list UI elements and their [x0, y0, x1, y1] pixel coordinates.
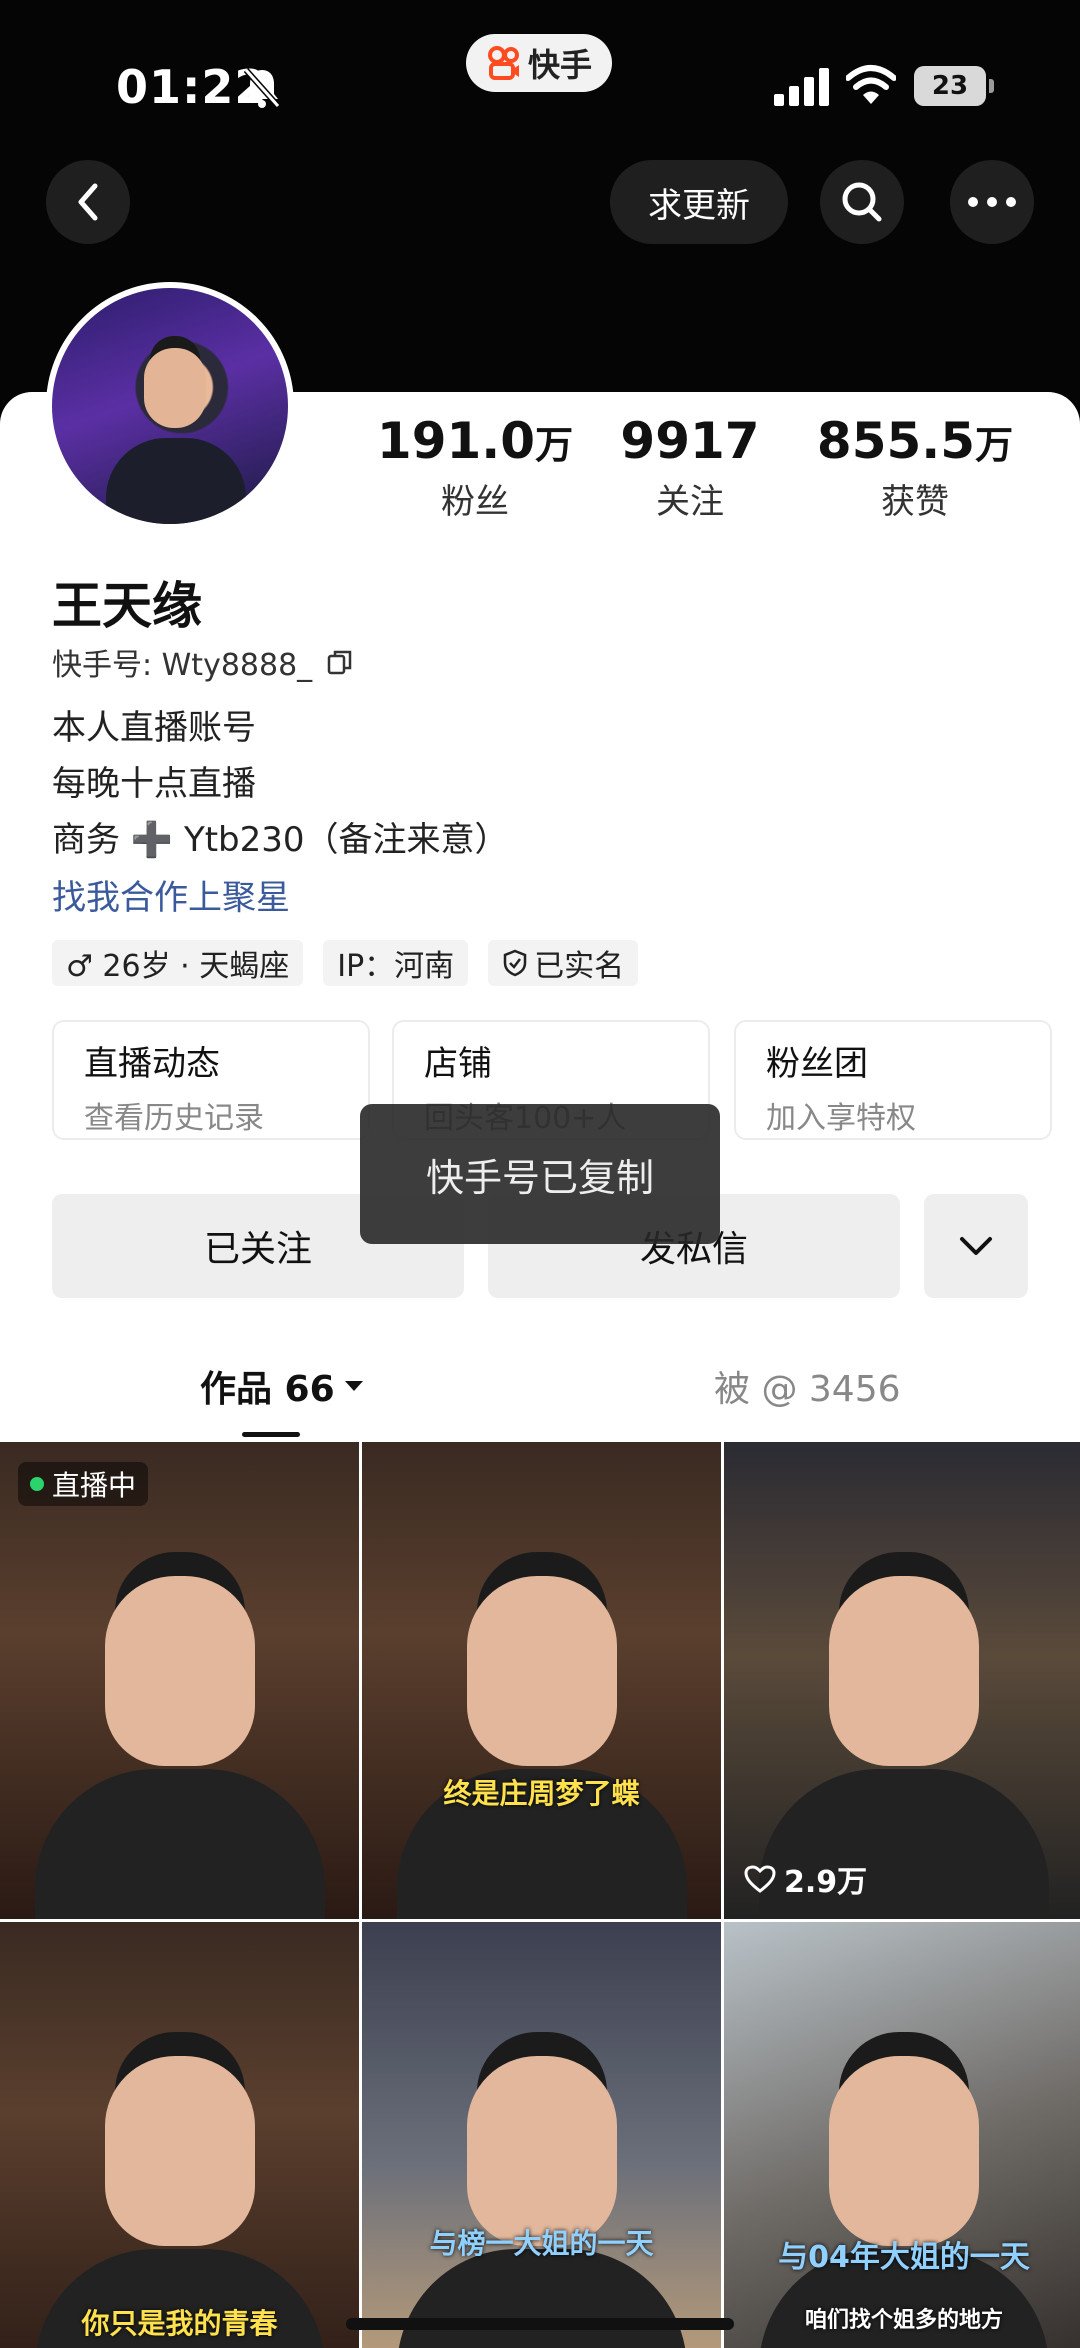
- followers-label: 粉丝: [441, 482, 509, 522]
- tab-active-indicator: [242, 1432, 300, 1437]
- verified-tag: 已实名: [488, 940, 639, 986]
- video-thumb-2[interactable]: 终是庄周梦了蝶: [362, 1442, 721, 1919]
- home-indicator[interactable]: [346, 2318, 734, 2330]
- video-thumb-5[interactable]: 与榜一大姐的一天: [362, 1922, 721, 2348]
- shop-title: 店铺: [424, 1044, 492, 1084]
- bio-line-1: 本人直播账号: [52, 708, 256, 748]
- likes-stat[interactable]: 855.5万 获赞: [790, 412, 1040, 523]
- app-pill-label: 快手: [527, 46, 592, 84]
- fan-club-card[interactable]: 粉丝团 加入享特权: [734, 1020, 1052, 1140]
- tab-works-label: 作品 66: [200, 1369, 335, 1410]
- thumb-person: [104, 2055, 255, 2246]
- kuaishou-app-pill[interactable]: 快手: [466, 34, 612, 92]
- kuaishou-id: 快手号: Wty8888_: [52, 648, 313, 683]
- copy-icon[interactable]: [326, 648, 354, 676]
- kuaishou-logo-icon: [487, 46, 519, 80]
- ip-tag: IP：河南: [323, 940, 469, 986]
- more-dots-icon: [968, 197, 1016, 207]
- likes-overlay: 2.9万: [744, 1857, 867, 1901]
- likes-label: 获赞: [881, 482, 949, 522]
- caret-down-icon: [344, 1381, 363, 1391]
- cellular-signal-icon: [774, 68, 829, 106]
- status-bar: 01:22 快手 23: [0, 0, 1080, 180]
- heart-outline-icon: [744, 1865, 776, 1893]
- search-button[interactable]: [820, 160, 904, 244]
- bio-line-3: 商务 ➕ Ytb230（备注来意）: [52, 820, 509, 860]
- thumb-body: [396, 2249, 687, 2348]
- tab-works[interactable]: 作品 66: [200, 1360, 365, 1412]
- thumb-person: [466, 2055, 617, 2246]
- video-thumb-6[interactable]: 与04年大姐的一天 咱们找个姐多的地方: [724, 1922, 1080, 2348]
- avatar[interactable]: [46, 282, 294, 530]
- live-badge-label: 直播中: [52, 1469, 137, 1502]
- fan-club-title: 粉丝团: [766, 1044, 868, 1084]
- video-caption: 与04年大姐的一天: [778, 2240, 1030, 2275]
- video-thumb-4[interactable]: 你只是我的青春: [0, 1922, 359, 2348]
- age-tag: ♂ 26岁 · 天蝎座: [52, 940, 304, 986]
- video-grid: 直播中 终是庄周梦了蝶 2.9万 你只是我的青春 与榜一大姐的一天 与04年大姐…: [0, 1442, 1080, 2348]
- video-caption: 与榜一大姐的一天: [429, 2227, 654, 2260]
- bell-muted-icon: [243, 68, 281, 108]
- profile-name: 王天缘: [52, 577, 202, 635]
- bio-line-2: 每晚十点直播: [52, 764, 256, 804]
- likes-count: 855.5: [816, 412, 976, 470]
- more-options-button[interactable]: [950, 160, 1034, 244]
- thumb-person: [829, 1575, 979, 1766]
- thumb-person: [829, 2055, 979, 2246]
- battery-indicator: 23: [914, 66, 994, 106]
- fan-club-sub: 加入享特权: [766, 1101, 916, 1136]
- following-label: 关注: [656, 482, 724, 522]
- live-dot-icon: [30, 1477, 44, 1491]
- likes-unit: 万: [975, 423, 1014, 467]
- video-thumb-3[interactable]: 2.9万: [724, 1442, 1080, 1919]
- live-history-title: 直播动态: [84, 1044, 220, 1084]
- tab-mentions-label: 被 @ 3456: [714, 1369, 901, 1410]
- collab-link[interactable]: 找我合作上聚星: [52, 870, 290, 919]
- thumb-body: [34, 1769, 325, 1919]
- wifi-icon: [846, 65, 896, 104]
- ip-tag-label: IP：河南: [337, 949, 455, 984]
- search-icon: [842, 182, 882, 222]
- live-badge: 直播中: [18, 1462, 149, 1506]
- thumb-person: [466, 1575, 617, 1766]
- shield-check-icon: [503, 949, 527, 977]
- following-count: 9917: [620, 412, 760, 470]
- chevron-down-icon: [960, 1237, 992, 1255]
- video-subcaption: 咱们找个姐多的地方: [804, 2308, 1003, 2333]
- content-tabs: 作品 66 被 @ 3456: [0, 1360, 1080, 1437]
- video-caption: 你只是我的青春: [81, 2307, 278, 2340]
- thumb-person: [104, 1575, 255, 1766]
- likes-count-overlay: 2.9万: [784, 1865, 868, 1900]
- request-update-button[interactable]: 求更新: [610, 160, 788, 244]
- tab-mentions[interactable]: 被 @ 3456: [714, 1360, 901, 1412]
- video-thumb-1[interactable]: 直播中: [0, 1442, 359, 1919]
- video-caption: 终是庄周梦了蝶: [443, 1777, 640, 1810]
- profile-stats: 191.0万 粉丝 9917 关注 855.5万 获赞: [360, 412, 1040, 523]
- followers-stat[interactable]: 191.0万 粉丝: [360, 412, 590, 523]
- live-history-card[interactable]: 直播动态 查看历史记录: [52, 1020, 370, 1140]
- live-history-sub: 查看历史记录: [84, 1101, 264, 1136]
- copied-toast: 快手号已复制: [360, 1104, 720, 1244]
- age-tag-label: ♂ 26岁 · 天蝎座: [66, 949, 290, 984]
- chevron-left-icon: [78, 183, 98, 221]
- verified-tag-label: 已实名: [534, 949, 625, 984]
- followers-unit: 万: [535, 423, 574, 467]
- profile-tags: ♂ 26岁 · 天蝎座 IP：河南 已实名: [52, 940, 639, 986]
- following-stat[interactable]: 9917 关注: [590, 412, 790, 523]
- expand-button[interactable]: [924, 1194, 1028, 1298]
- kuaishou-id-row[interactable]: 快手号: Wty8888_: [52, 640, 354, 684]
- back-button[interactable]: [46, 160, 130, 244]
- followers-count: 191.0: [376, 412, 536, 470]
